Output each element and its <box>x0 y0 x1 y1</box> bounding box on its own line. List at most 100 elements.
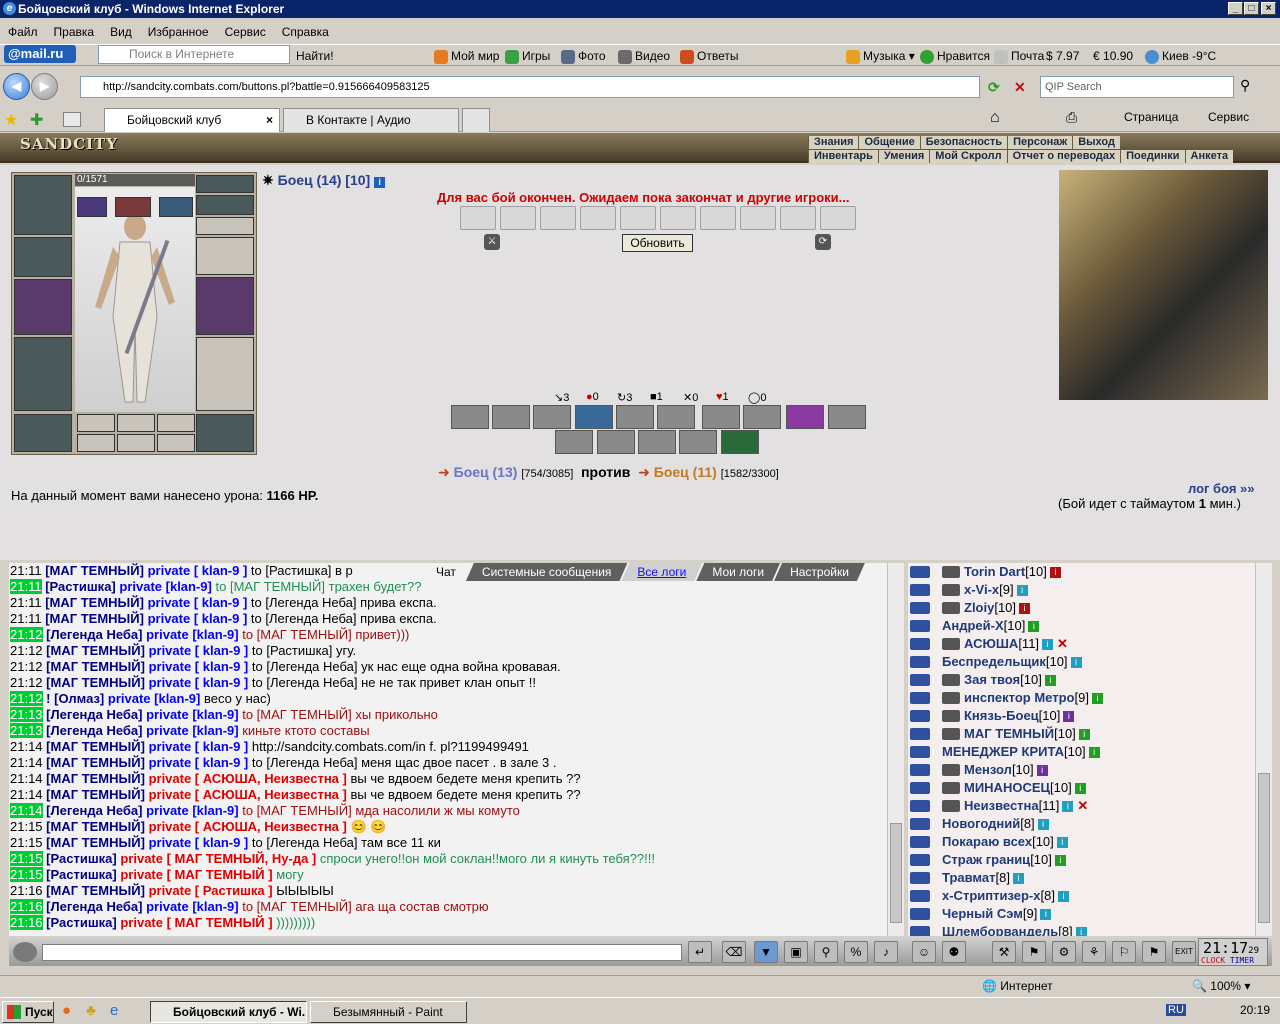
helmet-slot[interactable] <box>14 175 72 235</box>
chat-nick[interactable]: [Легенда Неба] <box>46 707 142 722</box>
player-row[interactable]: Зая твоя[10] i <box>908 671 1255 689</box>
quick-tabs-icon[interactable] <box>63 112 81 127</box>
private-message-icon[interactable] <box>910 602 930 614</box>
exit-icon[interactable]: EXIT <box>1172 941 1196 963</box>
close-button[interactable]: × <box>1261 2 1276 15</box>
chat-private-tag[interactable]: private [ Растишка ] <box>149 883 273 898</box>
player-info-icon[interactable]: i <box>1056 837 1068 849</box>
chat-nick[interactable]: [Легенда Неба] <box>46 803 142 818</box>
player-name[interactable]: х-Стриптизер-х <box>942 888 1040 903</box>
chat-nick[interactable]: [МАГ ТЕМНЫЙ] <box>46 883 145 898</box>
player-row[interactable]: МИНАНОСЕЦ[10] i <box>908 779 1255 797</box>
player-name[interactable]: Покараю всех <box>942 834 1032 849</box>
chat-nick[interactable]: [Растишка] <box>46 867 117 882</box>
favorites-star-icon[interactable]: ★ <box>4 110 18 130</box>
chat-nick[interactable]: [МАГ ТЕМНЫЙ] <box>46 739 145 754</box>
empty-slot-4[interactable] <box>77 434 115 452</box>
leggings-slot[interactable] <box>196 337 254 411</box>
player-info-icon[interactable]: i <box>1044 675 1056 687</box>
player-info-icon[interactable]: i <box>1012 873 1024 885</box>
forward-button[interactable]: ▶ <box>31 73 58 100</box>
menu-favorites[interactable]: Избранное <box>140 22 217 42</box>
chat-nick[interactable]: [МАГ ТЕМНЫЙ] <box>46 643 145 658</box>
player-name[interactable]: Травмат <box>942 870 995 885</box>
scroll-slot-7[interactable] <box>700 206 736 230</box>
mailru-search-input[interactable]: Поиск в Интернете <box>98 45 290 64</box>
chat-private-tag[interactable]: private [ klan-9 ] <box>149 755 249 770</box>
like-link[interactable]: Нравится <box>920 45 990 67</box>
chat-private-tag[interactable]: private [ klan-9 ] <box>149 835 249 850</box>
chat-private-tag[interactable]: private [ klan-9 ] <box>149 643 249 658</box>
mask-icon[interactable]: ⚉ <box>942 941 966 963</box>
promo-banner-image[interactable] <box>1059 170 1268 400</box>
ie-launch-icon[interactable]: e <box>110 1002 118 1019</box>
player-row[interactable]: Zloiy[10] i <box>908 599 1255 617</box>
scroll-slot-10[interactable] <box>820 206 856 230</box>
person-icon[interactable]: ⚲ <box>814 941 838 963</box>
player-name[interactable]: Андрей-Х <box>942 618 1004 633</box>
tool-icon-2[interactable]: ⚑ <box>1022 941 1046 963</box>
find-button[interactable]: Найти! <box>296 45 334 67</box>
player-row[interactable]: Новогодний[8] i <box>908 815 1255 833</box>
tab-settings[interactable]: Настройки <box>774 563 865 581</box>
chat-nick[interactable]: [Растишка] <box>46 915 117 930</box>
chat-private-tag[interactable]: private [ АСЮША, Неизвестна ] <box>149 771 347 786</box>
player-info-icon[interactable]: i <box>1088 747 1100 759</box>
music-link[interactable]: Музыка ▾ <box>846 45 915 67</box>
nav-duels[interactable]: Поединки <box>1120 150 1185 163</box>
skill-9[interactable] <box>786 405 824 429</box>
scroll-left-icon[interactable]: ⚔ <box>484 234 500 250</box>
player-name[interactable]: Torin Dart <box>964 564 1025 579</box>
player-info-icon[interactable]: i <box>1036 765 1048 777</box>
taskbar-item-paint[interactable]: Безымянный - Paint <box>310 1001 467 1023</box>
player-name[interactable]: Шлемборвандель <box>942 924 1058 936</box>
empty-slot-2[interactable] <box>117 414 155 432</box>
player-info-icon[interactable]: i <box>1070 657 1082 669</box>
send-icon[interactable]: ↵ <box>688 941 712 963</box>
chat-private-tag[interactable]: private [klan-9] <box>108 691 200 706</box>
private-message-icon[interactable] <box>910 584 930 596</box>
sound-icon[interactable]: ♪ <box>874 941 898 963</box>
maximize-button[interactable]: □ <box>1244 2 1259 15</box>
player-info-icon[interactable]: i <box>1091 693 1103 705</box>
photo-link[interactable]: Фото <box>561 45 606 67</box>
chat-nick[interactable]: [Растишка] <box>46 851 117 866</box>
refresh-button[interactable]: Обновить <box>622 234 693 252</box>
tool-icon-3[interactable]: ⚙ <box>1052 941 1076 963</box>
tab-my-logs[interactable]: Мои логи <box>696 563 780 581</box>
clear-icon[interactable]: ⌫ <box>722 941 746 963</box>
player-name[interactable]: Новогодний <box>942 816 1020 831</box>
ring-slot-2[interactable] <box>115 197 151 217</box>
private-message-icon[interactable] <box>910 710 930 722</box>
chat-nick[interactable]: [МАГ ТЕМНЫЙ] <box>46 835 145 850</box>
private-message-icon[interactable] <box>910 818 930 830</box>
timer-label[interactable]: TIMER <box>1230 956 1254 965</box>
skill-11[interactable] <box>555 430 593 454</box>
chat-nick[interactable]: [МАГ ТЕМНЫЙ] <box>46 787 145 802</box>
chat-scroll-thumb[interactable] <box>890 823 902 923</box>
skill-3[interactable] <box>533 405 571 429</box>
clock-label[interactable]: CLOCK <box>1201 956 1225 965</box>
player-row[interactable]: АСЮША[11] i ✕ <box>908 635 1255 653</box>
player-name[interactable]: МАГ ТЕМНЫЙ <box>964 726 1054 741</box>
ring-slot-3[interactable] <box>159 197 193 217</box>
scroll-slot-4[interactable] <box>580 206 616 230</box>
answers-link[interactable]: Ответы <box>680 45 738 67</box>
skill-14[interactable] <box>679 430 717 454</box>
tab-close-icon[interactable]: × <box>266 109 273 131</box>
usd-rate[interactable]: $ 7.97 <box>1046 45 1079 67</box>
private-message-icon[interactable] <box>910 638 930 650</box>
empty-slot-1[interactable] <box>77 414 115 432</box>
player-row[interactable]: x-Vi-x[9] i <box>908 581 1255 599</box>
chat-nick[interactable]: ! [Олмаз] <box>46 691 104 706</box>
player-name[interactable]: инспектор Метро <box>964 690 1075 705</box>
fighter2-name[interactable]: Боец (11) <box>654 464 717 480</box>
chat-nick[interactable]: [МАГ ТЕМНЫЙ] <box>45 595 144 610</box>
player-info-icon[interactable]: i <box>1016 585 1028 597</box>
private-message-icon[interactable] <box>910 926 930 936</box>
weapon-left-slot[interactable] <box>14 279 72 335</box>
fighter-title[interactable]: ✷ Боец (14) [10] i <box>262 172 386 189</box>
save-icon[interactable]: ▣ <box>784 941 808 963</box>
mailru-logo[interactable]: @mail.ru <box>4 45 76 63</box>
empty-slot-6[interactable] <box>157 434 195 452</box>
